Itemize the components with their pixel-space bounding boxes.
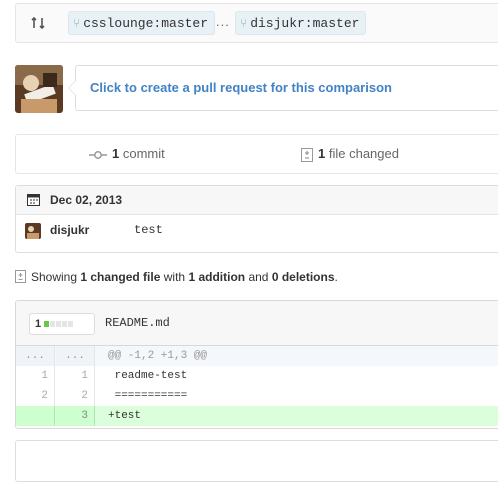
head-branch-selector[interactable]: ⑂ disjukr:master bbox=[235, 11, 367, 35]
commit-author[interactable]: disjukr bbox=[50, 223, 89, 237]
summary-prefix: Showing bbox=[31, 270, 78, 284]
diffstat: 1 bbox=[29, 313, 95, 335]
diffstat-block-neutral bbox=[50, 321, 55, 327]
file-header: 1 README.md bbox=[16, 301, 498, 346]
diffstat-block-added bbox=[44, 321, 49, 327]
files-count: 1 bbox=[318, 146, 326, 161]
files-changed-tab[interactable]: 1 file changed bbox=[301, 146, 399, 162]
branch-icon: ⑂ bbox=[240, 16, 248, 30]
hunk-expand-right[interactable]: ... bbox=[56, 346, 95, 366]
commit-group: Dec 02, 2013 disjukr test bbox=[15, 185, 498, 253]
diffstat-additions: 1 bbox=[35, 318, 42, 330]
diffstat-block-neutral bbox=[68, 321, 73, 327]
avatar[interactable] bbox=[15, 65, 63, 113]
line-code: +test bbox=[108, 410, 142, 422]
commit-message[interactable]: test bbox=[134, 223, 163, 237]
compare-icon bbox=[31, 16, 45, 30]
hunk-range: @@ -1,2 +1,3 @@ bbox=[108, 350, 208, 362]
file-diff-icon bbox=[15, 270, 26, 283]
diff-line-added: 3 +test bbox=[16, 406, 498, 426]
summary-changed-files[interactable]: 1 changed file bbox=[80, 270, 160, 284]
summary-additions: 1 addition bbox=[188, 270, 246, 284]
diffstat-block-neutral bbox=[56, 321, 61, 327]
head-branch-label: disjukr:master bbox=[250, 16, 360, 31]
new-line-number[interactable]: 3 bbox=[56, 406, 95, 426]
base-branch-selector[interactable]: ⑂ csslounge:master bbox=[68, 11, 216, 35]
summary-end: . bbox=[334, 270, 338, 284]
base-branch-label: csslounge:master bbox=[83, 16, 209, 31]
line-code: =========== bbox=[108, 390, 188, 402]
summary-deletions: 0 deletions bbox=[271, 270, 335, 284]
diff-line: 2 2 =========== bbox=[16, 386, 498, 406]
diff-summary: Showing 1 changed file with 1 addition a… bbox=[15, 270, 338, 284]
calendar-icon bbox=[27, 194, 40, 206]
diffstat-block-neutral bbox=[62, 321, 67, 327]
diff-line: 1 1 readme-test bbox=[16, 366, 498, 386]
pull-request-prompt[interactable]: Click to create a pull request for this … bbox=[68, 65, 498, 111]
commit-author-avatar[interactable] bbox=[25, 223, 41, 239]
compare-bar: ⑂ csslounge:master ... ⑂ disjukr:master bbox=[15, 3, 498, 43]
summary-with: with bbox=[163, 270, 186, 284]
commit-date: Dec 02, 2013 bbox=[50, 193, 123, 207]
diff-hunk-header: ... ... @@ -1,2 +1,3 @@ bbox=[16, 346, 498, 366]
old-line-number[interactable]: 2 bbox=[16, 386, 55, 406]
compare-stats: 1 commit 1 file changed bbox=[15, 134, 498, 174]
hunk-expand-left[interactable]: ... bbox=[16, 346, 55, 366]
create-pull-request-link[interactable]: Click to create a pull request for this … bbox=[90, 80, 392, 95]
commits-label: commit bbox=[122, 146, 165, 161]
commit-date-header: Dec 02, 2013 bbox=[16, 186, 498, 215]
files-label: file changed bbox=[328, 146, 399, 161]
new-line-number[interactable]: 1 bbox=[56, 366, 95, 386]
old-line-number[interactable]: 1 bbox=[16, 366, 55, 386]
line-code: readme-test bbox=[108, 370, 188, 382]
commit-row: disjukr test bbox=[16, 215, 498, 245]
new-line-number[interactable]: 2 bbox=[56, 386, 95, 406]
avatar-image bbox=[25, 223, 41, 239]
compare-ellipsis: ... bbox=[216, 14, 230, 29]
file-diff: 1 README.md ... ... @@ -1,2 +1,3 @@ 1 1 … bbox=[15, 300, 498, 429]
file-diff-icon bbox=[301, 147, 313, 162]
file-name[interactable]: README.md bbox=[105, 316, 170, 330]
comment-box bbox=[15, 440, 498, 482]
old-line-number bbox=[16, 406, 55, 426]
commits-count: 1 bbox=[112, 146, 120, 161]
commits-tab[interactable]: 1 commit bbox=[89, 146, 165, 161]
branch-icon: ⑂ bbox=[73, 16, 81, 30]
summary-and: and bbox=[248, 270, 269, 284]
avatar-image bbox=[15, 65, 63, 113]
commit-icon bbox=[89, 150, 107, 159]
